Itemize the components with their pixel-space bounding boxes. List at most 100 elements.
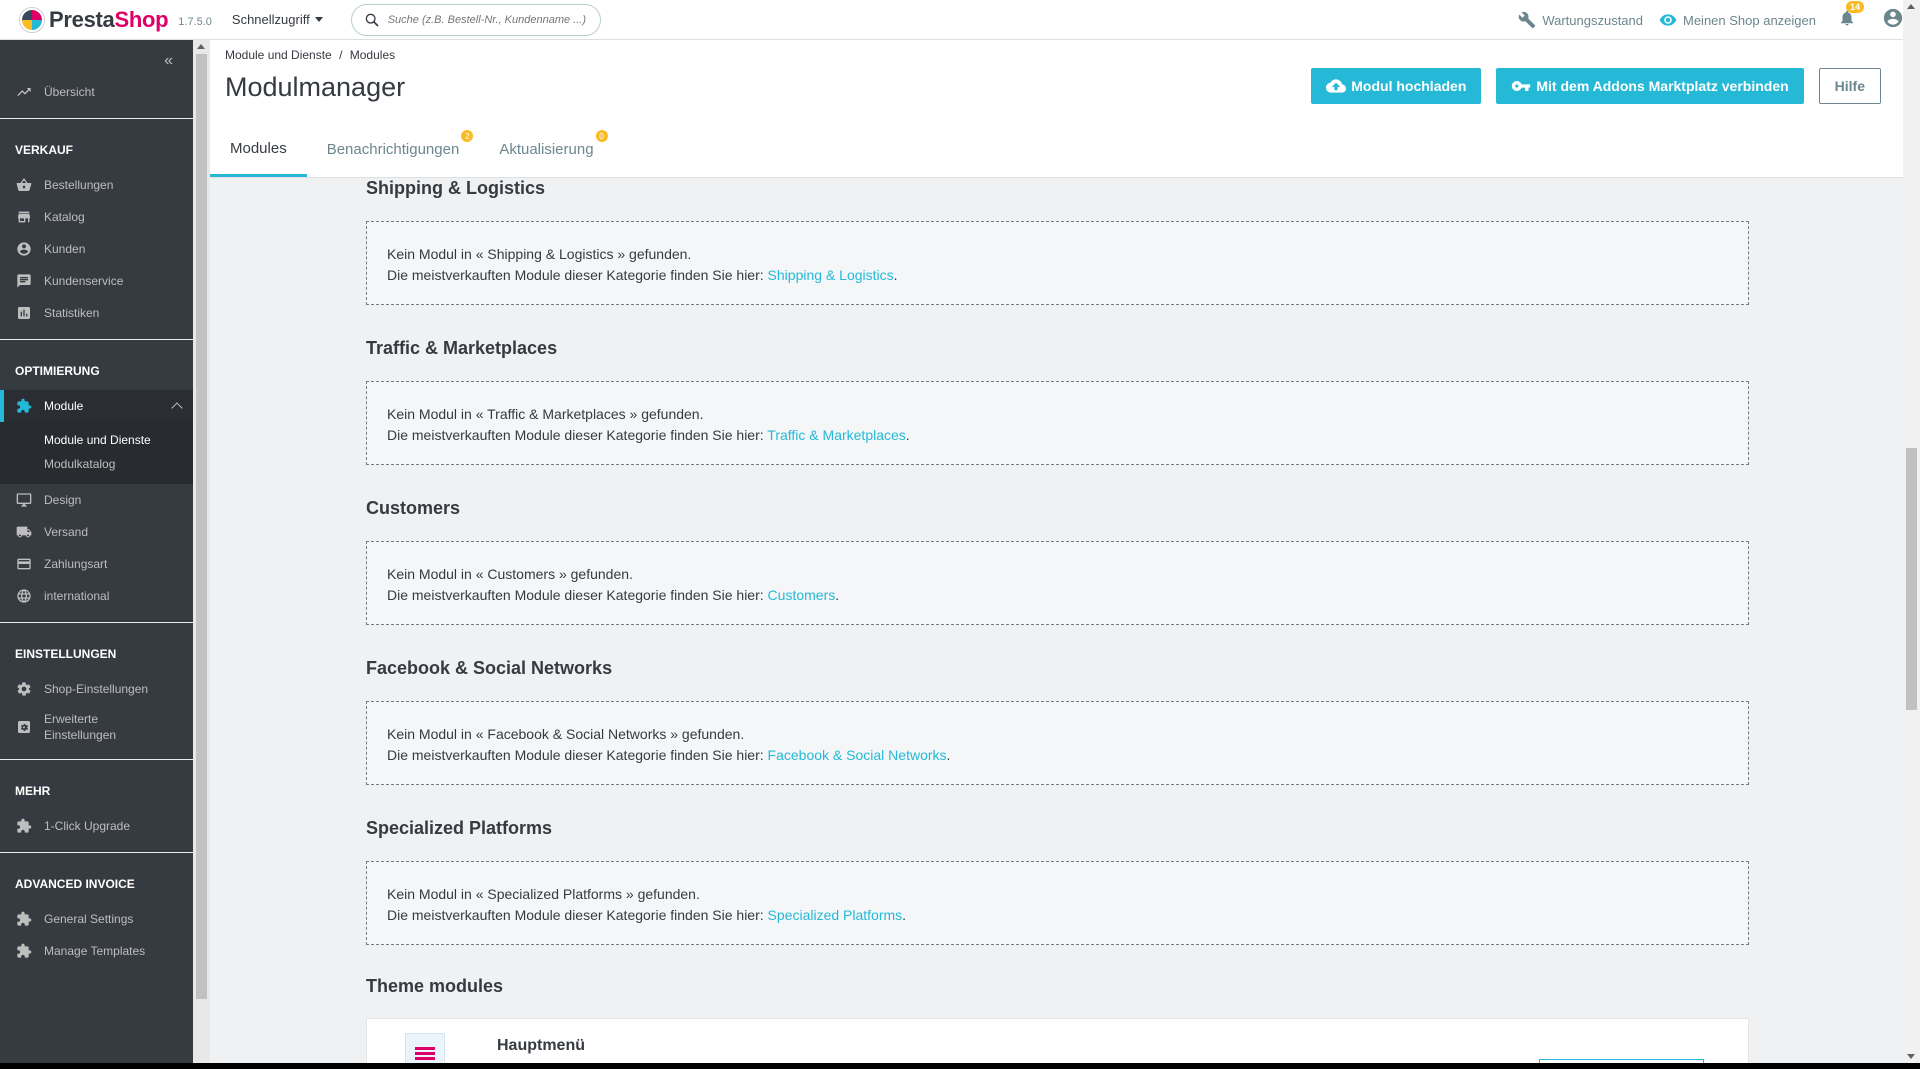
section-more: MEHR bbox=[15, 784, 51, 798]
maintenance-label: Wartungszustand bbox=[1542, 12, 1643, 28]
breadcrumb-current: Modules bbox=[349, 48, 396, 62]
category-link[interactable]: Customers bbox=[768, 587, 836, 603]
divider bbox=[0, 852, 193, 853]
divider bbox=[0, 759, 193, 760]
search-box[interactable] bbox=[350, 3, 601, 36]
recommendation-line: Die meistverkauften Module dieser Katego… bbox=[387, 267, 898, 283]
toolbar: Modul hochladen Mit dem Addons Marktplat… bbox=[1296, 68, 1881, 104]
search-input[interactable] bbox=[387, 13, 588, 26]
page-scrollbar[interactable] bbox=[1903, 0, 1920, 1063]
collapse-sidebar-icon[interactable]: « bbox=[164, 52, 173, 70]
sidebar-item-customers[interactable]: Kunden bbox=[0, 233, 193, 265]
tabs: Modules Benachrichtigungen 2 Aktualisier… bbox=[210, 122, 614, 177]
puzzle-icon bbox=[17, 398, 32, 413]
sidebar-item-customer-service[interactable]: Kundenservice bbox=[0, 265, 193, 297]
module-card[interactable]: Hauptmenü bbox=[366, 1018, 1749, 1063]
tab-updates[interactable]: Aktualisierung 0 bbox=[479, 122, 613, 177]
sidebar-item-design[interactable]: Design bbox=[0, 484, 193, 516]
scroll-up-arrow-icon[interactable] bbox=[197, 44, 205, 49]
sidebar-item-manage-templates[interactable]: Manage Templates bbox=[0, 935, 193, 967]
category-link[interactable]: Traffic & Marketplaces bbox=[767, 427, 906, 443]
help-button[interactable]: Hilfe bbox=[1818, 68, 1881, 104]
sidebar-label: Erweiterte Einstellungen bbox=[44, 712, 117, 742]
divider bbox=[0, 622, 193, 623]
quick-access-dropdown[interactable]: Schnellzugriff bbox=[232, 12, 323, 27]
sidebar-label: international bbox=[44, 589, 110, 603]
wrench-icon bbox=[1519, 11, 1536, 29]
recommendation-line: Die meistverkauften Module dieser Katego… bbox=[387, 427, 910, 443]
category-section: Specialized Platforms Kein Modul in « Sp… bbox=[366, 818, 1749, 945]
credit-card-icon bbox=[17, 558, 31, 570]
category-title: Shipping & Logistics bbox=[366, 178, 545, 198]
sidebar-item-international[interactable]: international bbox=[0, 580, 193, 612]
sidebar-item-orders[interactable]: Bestellungen bbox=[0, 169, 193, 201]
maintenance-link[interactable]: Wartungszustand bbox=[1518, 11, 1643, 29]
sidebar-subitem-module-catalog[interactable]: Modulkatalog bbox=[44, 452, 193, 476]
connect-addons-label: Mit dem Addons Marktplatz verbinden bbox=[1536, 78, 1789, 94]
tab-modules[interactable]: Modules bbox=[210, 122, 307, 177]
notifications-button[interactable]: 14 bbox=[1838, 0, 1864, 32]
tab-label: Aktualisierung bbox=[499, 141, 594, 158]
sidebar-item-shop-settings[interactable]: Shop-Einstellungen bbox=[0, 673, 193, 705]
sidebar-item-catalog[interactable]: Katalog bbox=[0, 201, 193, 233]
eye-icon bbox=[1659, 14, 1677, 26]
desktop-icon bbox=[16, 493, 32, 507]
empty-message: Kein Modul in « Specialized Platforms » … bbox=[387, 886, 700, 902]
caret-down-icon bbox=[314, 17, 323, 22]
gear-icon bbox=[17, 682, 31, 696]
tab-notifications[interactable]: Benachrichtigungen 2 bbox=[307, 122, 480, 177]
page-scrollbar-thumb[interactable] bbox=[1906, 448, 1917, 710]
scroll-down-arrow-icon[interactable] bbox=[1907, 1054, 1915, 1059]
empty-message: Kein Modul in « Facebook & Social Networ… bbox=[387, 726, 745, 742]
breadcrumb-parent[interactable]: Module und Dienste bbox=[225, 48, 332, 62]
prestashop-logo[interactable]: PrestaShop 1.7.5.0 bbox=[20, 7, 212, 33]
upload-module-label: Modul hochladen bbox=[1351, 78, 1467, 94]
sidebar-item-modules[interactable]: Module bbox=[0, 390, 193, 422]
settings-box-icon bbox=[18, 721, 30, 733]
connect-addons-button[interactable]: Mit dem Addons Marktplatz verbinden bbox=[1496, 68, 1804, 104]
quick-access-label: Schnellzugriff bbox=[231, 12, 310, 27]
empty-message: Kein Modul in « Customers » gefunden. bbox=[387, 566, 633, 582]
empty-category-box: Kein Modul in « Shipping & Logistics » g… bbox=[366, 221, 1749, 305]
sidebar-item-dashboard[interactable]: Übersicht bbox=[0, 76, 193, 108]
scroll-up-arrow-icon[interactable] bbox=[1907, 4, 1915, 9]
chat-icon bbox=[17, 274, 31, 288]
sidebar-item-1click-upgrade[interactable]: 1-Click Upgrade bbox=[0, 810, 193, 842]
category-section: Shipping & Logistics Kein Modul in « Shi… bbox=[366, 178, 1749, 305]
category-section: Traffic & Marketplaces Kein Modul in « T… bbox=[366, 338, 1749, 465]
category-section: Facebook & Social Networks Kein Modul in… bbox=[366, 658, 1749, 785]
account-circle-icon bbox=[17, 242, 31, 256]
sidebar-item-advanced-settings[interactable]: Erweiterte Einstellungen bbox=[0, 705, 193, 749]
category-link[interactable]: Specialized Platforms bbox=[768, 907, 903, 923]
sidebar-label: Bestellungen bbox=[44, 178, 114, 192]
category-title: Customers bbox=[366, 498, 461, 518]
trending-up-icon bbox=[17, 88, 31, 96]
user-menu[interactable] bbox=[1882, 7, 1904, 34]
module-action-button[interactable] bbox=[1539, 1059, 1704, 1063]
sidebar-scrollbar-thumb[interactable] bbox=[196, 54, 207, 999]
sidebar-label: Kundenservice bbox=[44, 274, 124, 288]
sidebar-item-stats[interactable]: Statistiken bbox=[0, 297, 193, 329]
tab-badge: 0 bbox=[595, 130, 608, 142]
modules-submenu: Module und Dienste Modulkatalog bbox=[0, 422, 193, 484]
cloud-upload-icon bbox=[1326, 79, 1347, 93]
module-name: Hauptmenü bbox=[497, 1037, 585, 1054]
sidebar-item-payment[interactable]: Zahlungsart bbox=[0, 548, 193, 580]
view-shop-link[interactable]: Meinen Shop anzeigen bbox=[1659, 11, 1816, 29]
category-title: Traffic & Marketplaces bbox=[366, 338, 558, 358]
sidebar-scrollbar[interactable] bbox=[193, 40, 210, 1063]
page-header: Module und Dienste / Modules Modulmanage… bbox=[210, 40, 1903, 178]
upload-module-button[interactable]: Modul hochladen bbox=[1311, 68, 1482, 104]
category-title: Facebook & Social Networks bbox=[366, 658, 613, 678]
empty-category-box: Kein Modul in « Facebook & Social Networ… bbox=[366, 701, 1749, 785]
category-link[interactable]: Facebook & Social Networks bbox=[768, 747, 947, 763]
category-link[interactable]: Shipping & Logistics bbox=[768, 267, 894, 283]
page-title: Modulmanager bbox=[225, 72, 406, 102]
sidebar-item-general-settings[interactable]: General Settings bbox=[0, 903, 193, 935]
sidebar-subitem-modules-services[interactable]: Module und Dienste bbox=[44, 428, 193, 452]
sidebar-label: Versand bbox=[44, 525, 89, 539]
divider bbox=[0, 339, 193, 340]
sidebar-label: Übersicht bbox=[44, 85, 95, 99]
sidebar-item-shipping[interactable]: Versand bbox=[0, 516, 193, 548]
sidebar-label: Shop-Einstellungen bbox=[44, 682, 149, 696]
